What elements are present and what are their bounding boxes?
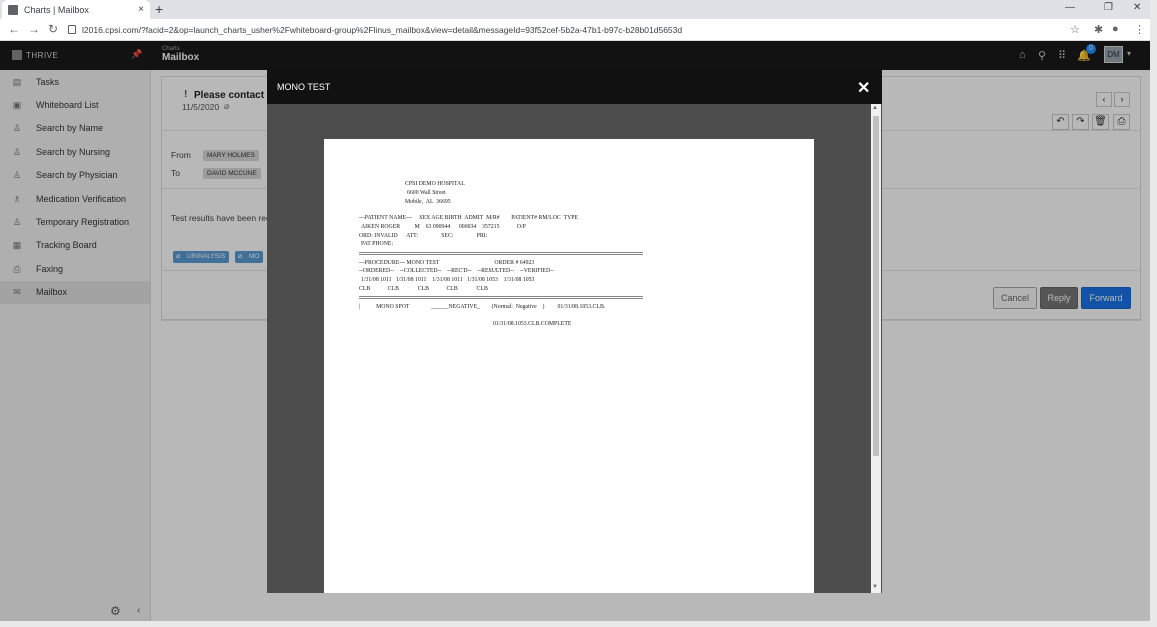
- report-phone-row: PAT PHONE:: [361, 241, 394, 247]
- report-columns-row: --ORDERED-- --COLLECTED-- --REC'D-- --RE…: [359, 268, 554, 274]
- back-icon[interactable]: ←: [8, 22, 20, 36]
- tab-title: Charts | Mailbox: [24, 4, 89, 15]
- report-city: Mobile, AL 36695: [405, 199, 451, 205]
- scroll-up-icon[interactable]: ▲: [872, 105, 878, 111]
- modal-title: MONO TEST: [277, 82, 331, 92]
- modal-scrollbar[interactable]: ▲ ▼: [871, 104, 881, 593]
- close-tab-icon[interactable]: ×: [138, 4, 144, 15]
- browser-tab-bar: Charts | Mailbox × + — ❐ ✕: [0, 0, 1157, 19]
- url-text: l2016.cpsi.com/?facid=2&op=launch_charts…: [82, 24, 683, 35]
- report-clb-row: CLB CLB CLB CLB CLB: [359, 286, 488, 292]
- report-page: CPSI DEMO HOSPITAL 6600 Wall Street Mobi…: [324, 139, 814, 593]
- report-complete-row: 01/31/08.1053.CLB.COMPLETE: [493, 321, 572, 327]
- report-patient-header: ---PATIENT NAME--- SEX AGE BIRTH ADMIT M…: [359, 215, 579, 221]
- modal-header: MONO TEST ✕: [267, 70, 882, 104]
- restore-icon[interactable]: ❐: [1104, 2, 1113, 13]
- extensions-icon[interactable]: ✱: [1094, 23, 1103, 36]
- address-bar: ← → ↻ l2016.cpsi.com/?facid=2&op=launch_…: [0, 19, 1157, 41]
- forward-nav-icon[interactable]: →: [28, 22, 40, 36]
- scroll-thumb[interactable]: [873, 116, 879, 456]
- report-dates-row: 1/31/08 1011 1/31/08 1011 1/31/08 1011 1…: [361, 277, 535, 283]
- minimize-icon[interactable]: —: [1065, 2, 1075, 13]
- report-result-row: | MONO SPOT ______NEGATIVE_ (Normal: Neg…: [359, 304, 606, 310]
- report-rule: [359, 252, 643, 255]
- url-field[interactable]: l2016.cpsi.com/?facid=2&op=launch_charts…: [68, 21, 1088, 38]
- window-edge: [0, 621, 1157, 627]
- report-hospital: CPSI DEMO HOSPITAL: [405, 181, 465, 187]
- document-viewer-modal: MONO TEST ✕ CPSI DEMO HOSPITAL 6600 Wall…: [267, 70, 882, 593]
- scroll-down-icon[interactable]: ▼: [872, 584, 878, 590]
- bookmark-star-icon[interactable]: ☆: [1070, 23, 1080, 36]
- reload-icon[interactable]: ↻: [48, 22, 58, 36]
- browser-tab[interactable]: Charts | Mailbox ×: [2, 0, 150, 19]
- new-tab-button[interactable]: +: [155, 1, 163, 17]
- lock-icon: [68, 25, 76, 34]
- report-street: 6600 Wall Street: [407, 190, 446, 196]
- window-edge: [1150, 0, 1157, 627]
- chrome-menu-icon[interactable]: ⋮: [1134, 23, 1145, 36]
- window-close-icon[interactable]: ✕: [1133, 2, 1141, 13]
- profile-icon[interactable]: ●: [1112, 23, 1119, 35]
- close-icon[interactable]: ✕: [857, 78, 870, 98]
- report-patient-row: AIKEN ROGER M 63 090944 000034 357215 O/…: [361, 224, 526, 230]
- favicon-icon: [8, 4, 18, 15]
- report-rule: [359, 296, 643, 299]
